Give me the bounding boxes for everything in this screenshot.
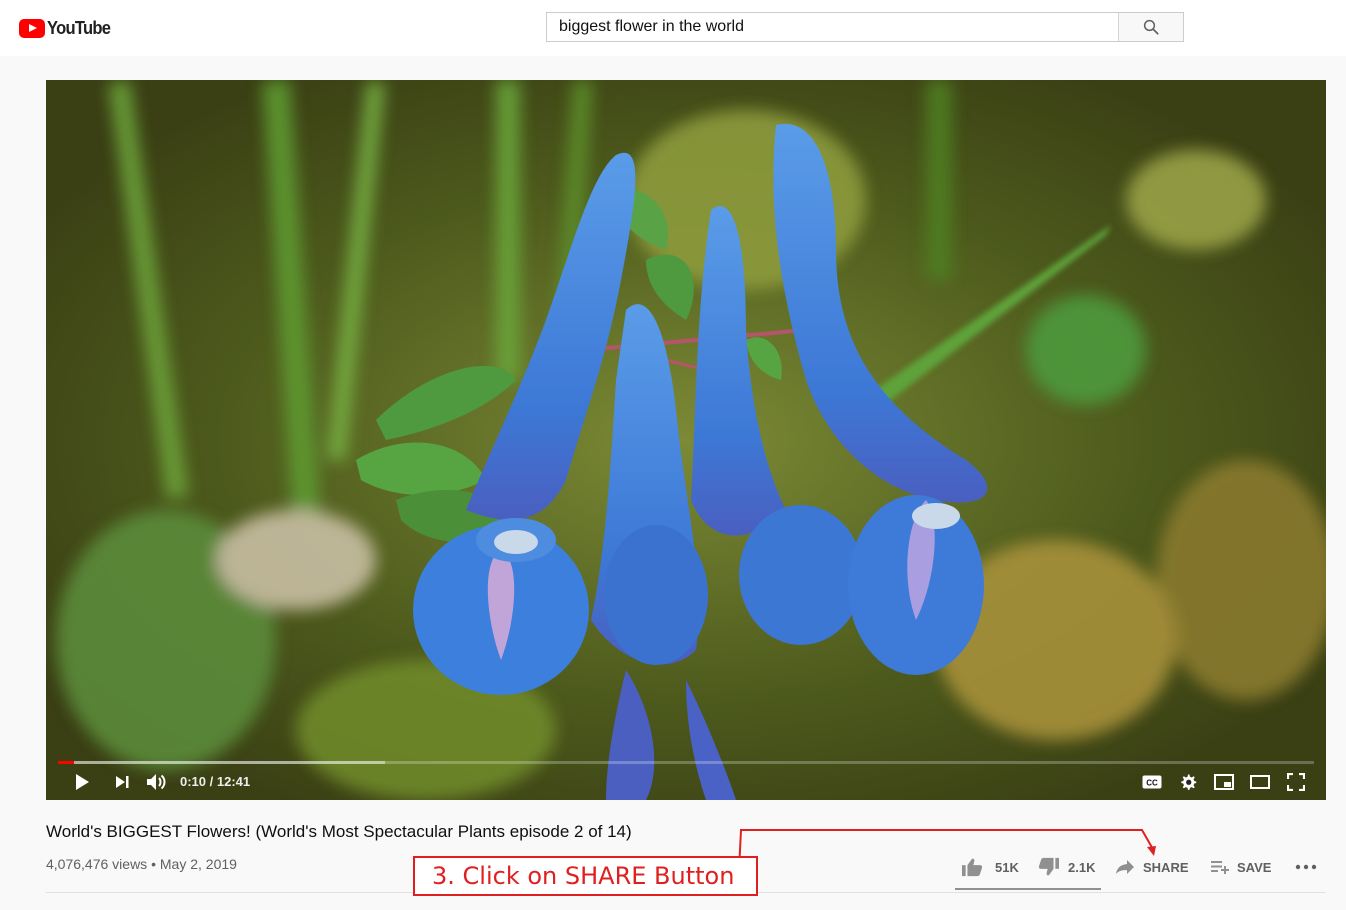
share-button[interactable]: SHARE [1115,855,1189,879]
fullscreen-button[interactable] [1284,768,1308,796]
play-button[interactable] [70,768,94,796]
annotation-callout: 3. Click on SHARE Button [413,856,758,896]
upload-date: May 2, 2019 [159,856,237,872]
next-icon [116,776,129,788]
thumbs-down-icon [1038,857,1059,876]
share-label: SHARE [1143,859,1189,875]
video-player[interactable]: 0:10 / 12:41 CC [46,80,1326,800]
youtube-logo[interactable]: YouTube [19,17,116,39]
settings-icon [1181,774,1197,790]
view-count: 4,076,476 views [46,856,148,872]
youtube-logo-text: YouTube [47,17,111,38]
save-button[interactable]: SAVE [1211,855,1271,879]
search-bar [546,12,1184,42]
captions-icon: CC [1142,775,1162,789]
meta-separator: • [147,856,160,872]
top-bar: YouTube [0,0,1346,56]
time-display: 0:10 / 12:41 [180,774,251,789]
captions-button[interactable]: CC [1140,768,1164,796]
sentiment-bar [955,888,1101,890]
search-button[interactable] [1118,13,1183,41]
fullscreen-icon [1287,773,1305,791]
play-icon [76,774,89,790]
add-to-playlist-icon [1211,861,1229,874]
progress-played [58,761,75,764]
more-actions-button[interactable] [1295,855,1317,879]
theater-mode-button[interactable] [1248,768,1272,796]
player-controls: 0:10 / 12:41 CC [46,768,1326,796]
theater-icon [1250,775,1270,789]
volume-icon [147,774,166,790]
progress-buffered [58,761,385,764]
sentiment-like-fill [955,888,1096,890]
search-icon [1143,19,1159,35]
next-button[interactable] [110,768,134,796]
save-label: SAVE [1237,859,1272,875]
dislike-count: 2.1K [1068,859,1096,875]
settings-button[interactable] [1176,768,1200,796]
like-button[interactable]: 51K [961,855,1019,879]
youtube-logo-icon [19,18,45,38]
video-meta: 4,076,476 views • May 2, 2019 [46,856,237,872]
svg-text:CC: CC [1146,779,1158,788]
thumbs-up-icon [962,858,983,877]
volume-button[interactable] [144,768,170,796]
miniplayer-button[interactable] [1212,768,1236,796]
progress-bar[interactable] [58,761,1314,764]
dislike-button[interactable]: 2.1K [1038,855,1095,879]
more-horizontal-icon [1295,864,1317,870]
video-title: World's BIGGEST Flowers! (World's Most S… [46,822,632,841]
search-input[interactable] [547,13,1118,41]
miniplayer-icon [1214,774,1234,790]
share-arrow-icon [1116,860,1134,874]
video-frame-image [46,80,1326,800]
like-count: 51K [995,859,1019,875]
